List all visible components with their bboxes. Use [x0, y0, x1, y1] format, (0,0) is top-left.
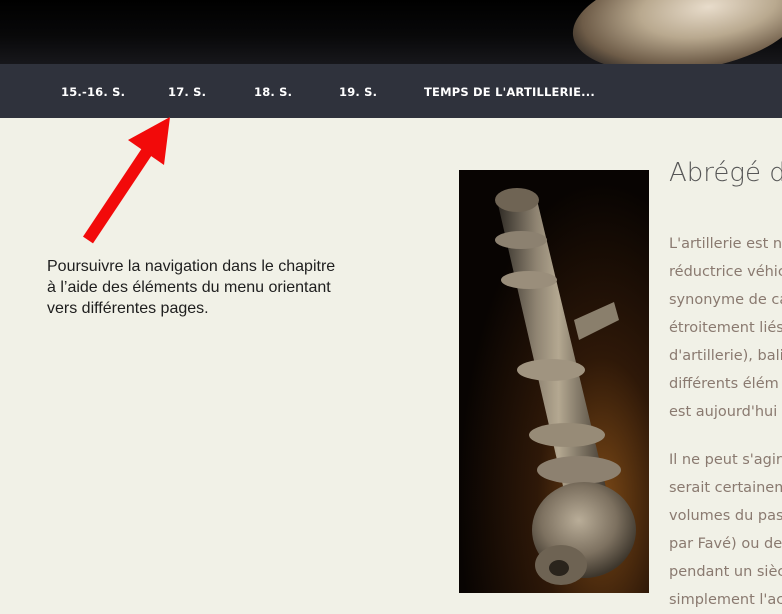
annotation-line: vers différentes pages. — [47, 300, 209, 317]
annotation-callout: Poursuivre la navigation dans le chapitr… — [47, 256, 407, 319]
paragraph-line: étroitement liés — [669, 320, 782, 336]
paragraph-line: serait certainem — [669, 480, 782, 496]
paragraph-line: d'artillerie), bali — [669, 348, 782, 364]
cannon-photo — [459, 170, 649, 593]
paragraph-line: Il ne peut s'agir — [669, 452, 782, 468]
paragraph-line: synonyme de ca — [669, 292, 782, 308]
paragraph-line: simplement l'ac — [669, 592, 782, 608]
paragraph-line: différents élém — [669, 376, 779, 392]
paragraph-line: par Favé) ou des — [669, 536, 782, 552]
annotation-line: Poursuivre la navigation dans le chapitr… — [47, 258, 336, 275]
paragraph-line: pendant un sièc — [669, 564, 782, 580]
paragraph-line: est aujourd'hui — [669, 404, 778, 420]
paragraph-line: L'artillerie est n — [669, 236, 782, 252]
annotation-line: à l’aide des éléments du menu orientant — [47, 279, 331, 296]
article-body: L'artillerie est n réductrice véhic syno… — [669, 230, 782, 614]
article-title: Abrégé d — [669, 158, 782, 188]
paragraph-line: réductrice véhic — [669, 264, 782, 280]
paragraph-line: volumes du pass — [669, 508, 782, 524]
